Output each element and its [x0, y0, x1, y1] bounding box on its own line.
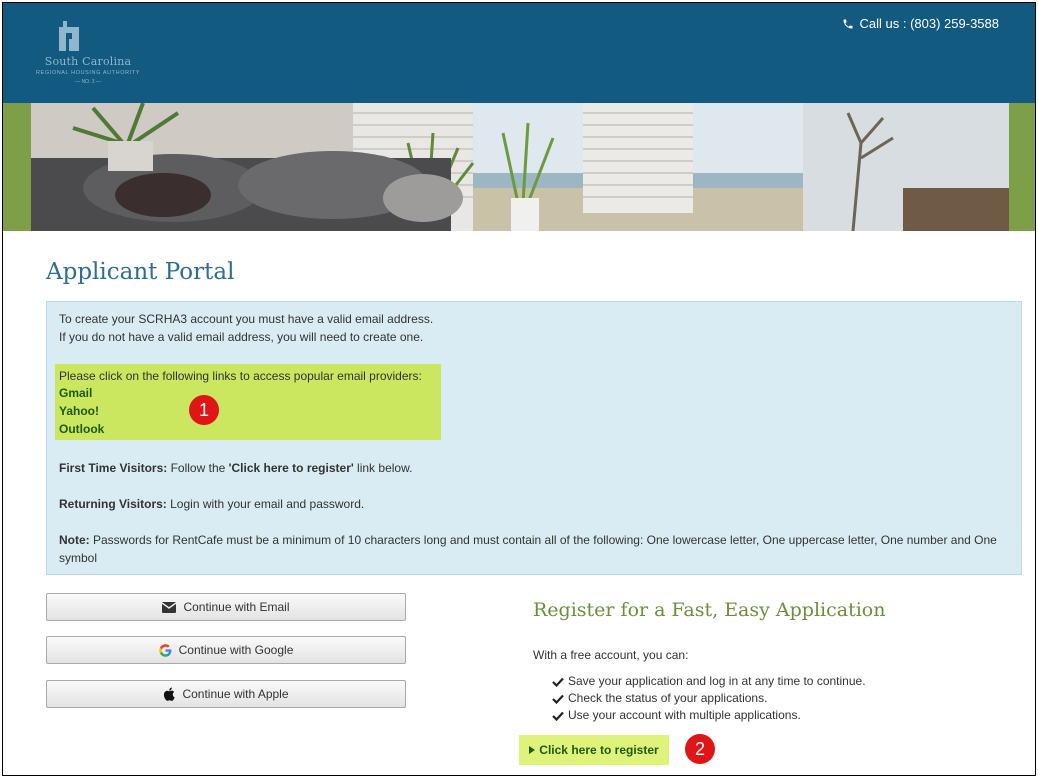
- caret-right-icon: [529, 746, 536, 754]
- benefit-text: Save your application and log in at any …: [568, 674, 866, 688]
- returning-label: Returning Visitors:: [59, 497, 167, 511]
- google-icon: [158, 643, 172, 657]
- site-header: South Carolina REGIONAL HOUSING AUTHORIT…: [3, 3, 1035, 103]
- info-panel: To create your SCRHA3 account you must h…: [46, 301, 1022, 575]
- checkmark-icon: [552, 694, 564, 704]
- benefit-item: Check the status of your applications.: [552, 690, 866, 707]
- register-link[interactable]: Click here to register: [519, 735, 669, 765]
- info-line-2: If you do not have a valid email address…: [59, 330, 424, 344]
- returning-visitors: Returning Visitors: Login with your emai…: [59, 495, 364, 513]
- yahoo-link[interactable]: Yahoo!: [59, 404, 99, 418]
- envelope-icon: [162, 601, 177, 613]
- first-time-link-text: 'Click here to register': [228, 461, 354, 475]
- register-intro: With a free account, you can:: [533, 648, 689, 662]
- call-us[interactable]: Call us : (803) 259-3588: [842, 16, 999, 31]
- apple-button-label: Continue with Apple: [182, 687, 289, 701]
- continue-with-email-button[interactable]: Continue with Email: [46, 593, 406, 621]
- note-text: Passwords for RentCafe must be a minimum…: [59, 533, 997, 565]
- first-time-visitors: First Time Visitors: Follow the 'Click h…: [59, 459, 412, 477]
- logo-name: South Carolina: [44, 55, 132, 68]
- benefits-list: Save your application and log in at any …: [552, 673, 866, 724]
- checkmark-icon: [552, 677, 564, 687]
- register-heading: Register for a Fast, Easy Application: [533, 599, 886, 621]
- first-time-text: Follow the: [167, 461, 229, 475]
- returning-text: Login with your email and password.: [166, 497, 365, 511]
- hero-banner: [3, 103, 1035, 231]
- checkmark-icon: [552, 711, 564, 721]
- benefit-item: Use your account with multiple applicati…: [552, 707, 866, 724]
- continue-with-apple-button[interactable]: Continue with Apple: [46, 680, 406, 708]
- annotation-badge-2: 2: [685, 734, 715, 764]
- first-time-label: First Time Visitors:: [59, 461, 168, 475]
- register-link-label: Click here to register: [539, 743, 659, 757]
- benefit-item: Save your application and log in at any …: [552, 673, 866, 690]
- google-button-label: Continue with Google: [178, 643, 294, 657]
- page-title: Applicant Portal: [46, 259, 235, 285]
- living-room-photo: [31, 103, 1009, 231]
- page-frame: South Carolina REGIONAL HOUSING AUTHORIT…: [2, 2, 1036, 776]
- outlook-link[interactable]: Outlook: [59, 422, 104, 436]
- logo-established: — NO. 3 —: [75, 79, 101, 85]
- phone-icon: [843, 19, 853, 28]
- site-logo[interactable]: South Carolina REGIONAL HOUSING AUTHORIT…: [23, 15, 153, 95]
- first-time-end: link below.: [353, 461, 413, 475]
- annotation-badge-1: 1: [189, 395, 219, 425]
- gmail-link[interactable]: Gmail: [59, 386, 92, 400]
- note-label: Note:: [59, 533, 90, 547]
- logo-subtitle: REGIONAL HOUSING AUTHORITY: [35, 70, 141, 76]
- benefit-text: Use your account with multiple applicati…: [568, 708, 801, 722]
- email-providers-highlight: Please click on the following links to a…: [55, 364, 441, 440]
- building-logo-icon: [59, 21, 79, 51]
- apple-icon: [164, 687, 176, 701]
- providers-intro: Please click on the following links to a…: [59, 369, 422, 383]
- password-note: Note: Passwords for RentCafe must be a m…: [59, 531, 999, 567]
- continue-with-google-button[interactable]: Continue with Google: [46, 636, 406, 664]
- call-us-text: Call us : (803) 259-3588: [859, 16, 999, 31]
- benefit-text: Check the status of your applications.: [568, 691, 768, 705]
- email-button-label: Continue with Email: [183, 600, 290, 614]
- info-line-1: To create your SCRHA3 account you must h…: [59, 312, 434, 326]
